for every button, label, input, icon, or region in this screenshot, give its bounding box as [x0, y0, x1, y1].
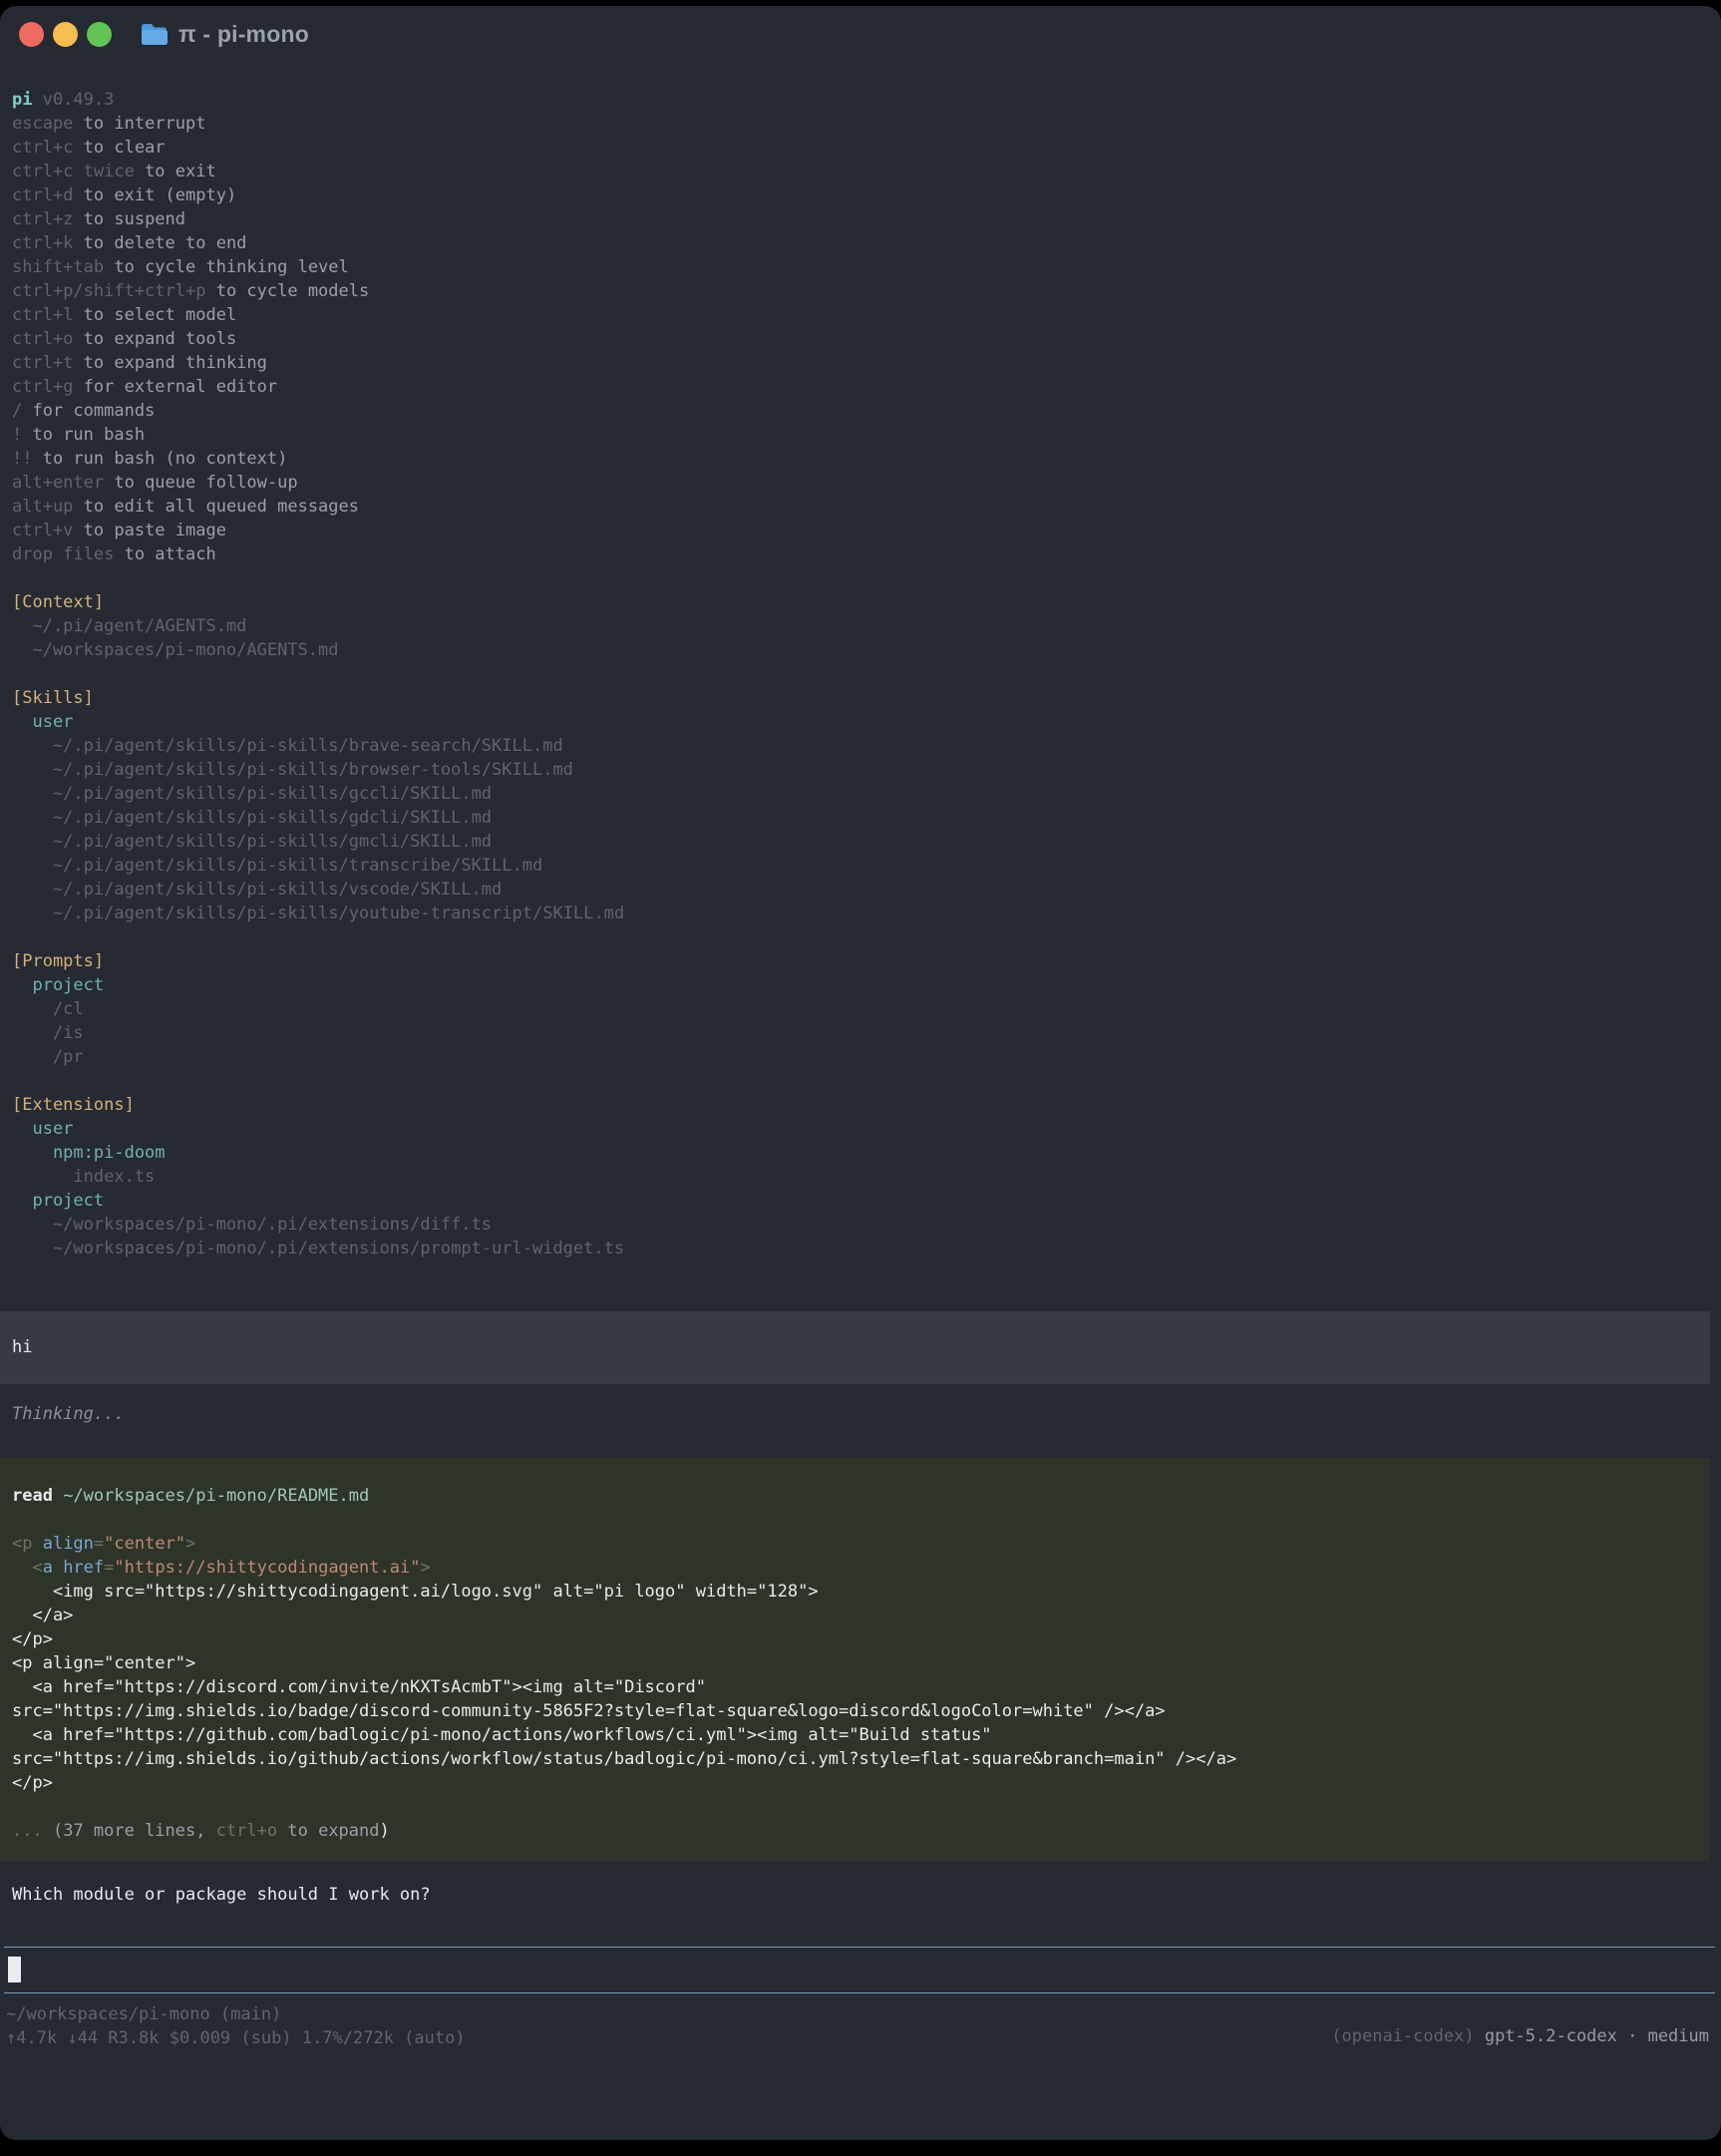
terminal-line: /pr — [12, 1045, 1709, 1069]
folder-icon — [141, 23, 168, 46]
close-button[interactable] — [19, 22, 44, 47]
terminal-line: hi — [12, 1335, 1698, 1359]
terminal-line — [12, 1795, 1698, 1819]
terminal-line: user — [12, 710, 1709, 734]
terminal-line: ctrl+l to select model — [12, 303, 1709, 327]
terminal-line: / for commands — [12, 399, 1709, 423]
zoom-button[interactable] — [87, 22, 112, 47]
terminal-line: </p> — [12, 1627, 1698, 1651]
terminal-line: <a href="https://shittycodingagent.ai"> — [12, 1556, 1698, 1580]
terminal-line: /cl — [12, 997, 1709, 1021]
terminal-line: ~/workspaces/pi-mono/.pi/extensions/prom… — [12, 1237, 1709, 1260]
status-cwd: ~/workspaces/pi-mono (main) — [6, 2002, 1709, 2026]
terminal-line: ~/.pi/agent/skills/pi-skills/gccli/SKILL… — [12, 782, 1709, 806]
tool-call-read: read ~/workspaces/pi-mono/README.md <p a… — [0, 1458, 1710, 1861]
terminal-line: shift+tab to cycle thinking level — [12, 255, 1709, 279]
terminal-line: ctrl+g for external editor — [12, 375, 1709, 399]
composer-input[interactable] — [4, 1947, 1715, 1993]
terminal-window: π - pi-mono pi v0.49.3escape to interrup… — [0, 6, 1721, 2140]
terminal-line: user — [12, 1117, 1709, 1141]
terminal-line — [12, 1508, 1698, 1532]
terminal-line: <a href="https://github.com/badlogic/pi-… — [12, 1723, 1698, 1747]
terminal-line — [12, 1069, 1709, 1093]
terminal-line: ~/.pi/agent/skills/pi-skills/gmcli/SKILL… — [12, 830, 1709, 854]
status-bar: ~/workspaces/pi-mono (main) ↑4.7k ↓44 R3… — [0, 2002, 1721, 2050]
terminal-line: ctrl+z to suspend — [12, 207, 1709, 231]
terminal-line: ctrl+v to paste image — [12, 519, 1709, 542]
terminal-line: ctrl+o to expand tools — [12, 327, 1709, 351]
terminal-line: <img src="https://shittycodingagent.ai/l… — [12, 1580, 1698, 1604]
terminal-line: ctrl+d to exit (empty) — [12, 183, 1709, 207]
terminal-line — [12, 662, 1709, 686]
terminal-line: escape to interrupt — [12, 112, 1709, 136]
terminal-line: ctrl+c twice to exit — [12, 160, 1709, 183]
status-provider: (openai-codex) — [1331, 2026, 1485, 2046]
terminal-scrollback: pi v0.49.3escape to interruptctrl+c to c… — [0, 88, 1721, 1907]
terminal-line — [12, 566, 1709, 590]
terminal-line: src="https://img.shields.io/github/actio… — [12, 1747, 1698, 1771]
terminal-line: ~/.pi/agent/skills/pi-skills/gdcli/SKILL… — [12, 806, 1709, 830]
assistant-message: Which module or package should I work on… — [0, 1883, 1721, 1907]
terminal-line: [Context] — [12, 590, 1709, 614]
thinking-indicator: Thinking... — [0, 1402, 1721, 1426]
terminal-line: ~/workspaces/pi-mono/AGENTS.md — [12, 638, 1709, 662]
terminal-line: !! to run bash (no context) — [12, 447, 1709, 471]
terminal-line — [12, 925, 1709, 949]
terminal-line: alt+up to edit all queued messages — [12, 495, 1709, 519]
terminal-line: drop files to attach — [12, 542, 1709, 566]
terminal-line: <p align="center"> — [12, 1651, 1698, 1675]
terminal-line: alt+enter to queue follow-up — [12, 471, 1709, 495]
terminal-line: src="https://img.shields.io/badge/discor… — [12, 1699, 1698, 1723]
terminal-line: </p> — [12, 1771, 1698, 1795]
terminal-line: ~/.pi/agent/skills/pi-skills/browser-too… — [12, 758, 1709, 782]
terminal-line: read ~/workspaces/pi-mono/README.md — [12, 1484, 1698, 1508]
terminal-line: ctrl+t to expand thinking — [12, 351, 1709, 375]
terminal-line: ! to run bash — [12, 423, 1709, 447]
status-model-info: (openai-codex) gpt-5.2-codex · medium — [1331, 2026, 1709, 2046]
terminal-line: index.ts — [12, 1165, 1709, 1189]
terminal-line: ~/.pi/agent/AGENTS.md — [12, 614, 1709, 638]
terminal-line: ctrl+c to clear — [12, 136, 1709, 160]
traffic-lights — [19, 22, 112, 47]
terminal-line: ~/.pi/agent/skills/pi-skills/vscode/SKIL… — [12, 878, 1709, 901]
terminal-line: [Skills] — [12, 686, 1709, 710]
startup-help: pi v0.49.3escape to interruptctrl+c to c… — [0, 88, 1721, 1260]
terminal-line: ... (37 more lines, ctrl+o to expand) — [12, 1819, 1698, 1843]
terminal-line: npm:pi-doom — [12, 1141, 1709, 1165]
user-message: hi — [0, 1311, 1710, 1384]
terminal-line: [Extensions] — [12, 1093, 1709, 1117]
text-cursor — [8, 1957, 21, 1982]
terminal-line: <p align="center"> — [12, 1532, 1698, 1556]
terminal-line: pi v0.49.3 — [12, 88, 1709, 112]
terminal-line: <a href="https://discord.com/invite/nKXT… — [12, 1675, 1698, 1699]
status-model: gpt-5.2-codex · medium — [1485, 2026, 1709, 2046]
terminal-line: /is — [12, 1021, 1709, 1045]
title-bar: π - pi-mono — [0, 6, 1721, 62]
terminal-line: project — [12, 1189, 1709, 1213]
terminal-line: ~/.pi/agent/skills/pi-skills/brave-searc… — [12, 734, 1709, 758]
terminal-line: ~/.pi/agent/skills/pi-skills/transcribe/… — [12, 854, 1709, 878]
window-title: π - pi-mono — [178, 21, 309, 48]
terminal-line: project — [12, 973, 1709, 997]
terminal-line: Thinking... — [12, 1402, 1709, 1426]
terminal-line: ~/workspaces/pi-mono/.pi/extensions/diff… — [12, 1213, 1709, 1237]
minimize-button[interactable] — [53, 22, 78, 47]
terminal-line: Which module or package should I work on… — [12, 1883, 1709, 1907]
terminal-line: </a> — [12, 1604, 1698, 1627]
terminal-line: ~/.pi/agent/skills/pi-skills/youtube-tra… — [12, 901, 1709, 925]
terminal-line: ctrl+p/shift+ctrl+p to cycle models — [12, 279, 1709, 303]
terminal-line: ctrl+k to delete to end — [12, 231, 1709, 255]
terminal-line: [Prompts] — [12, 949, 1709, 973]
